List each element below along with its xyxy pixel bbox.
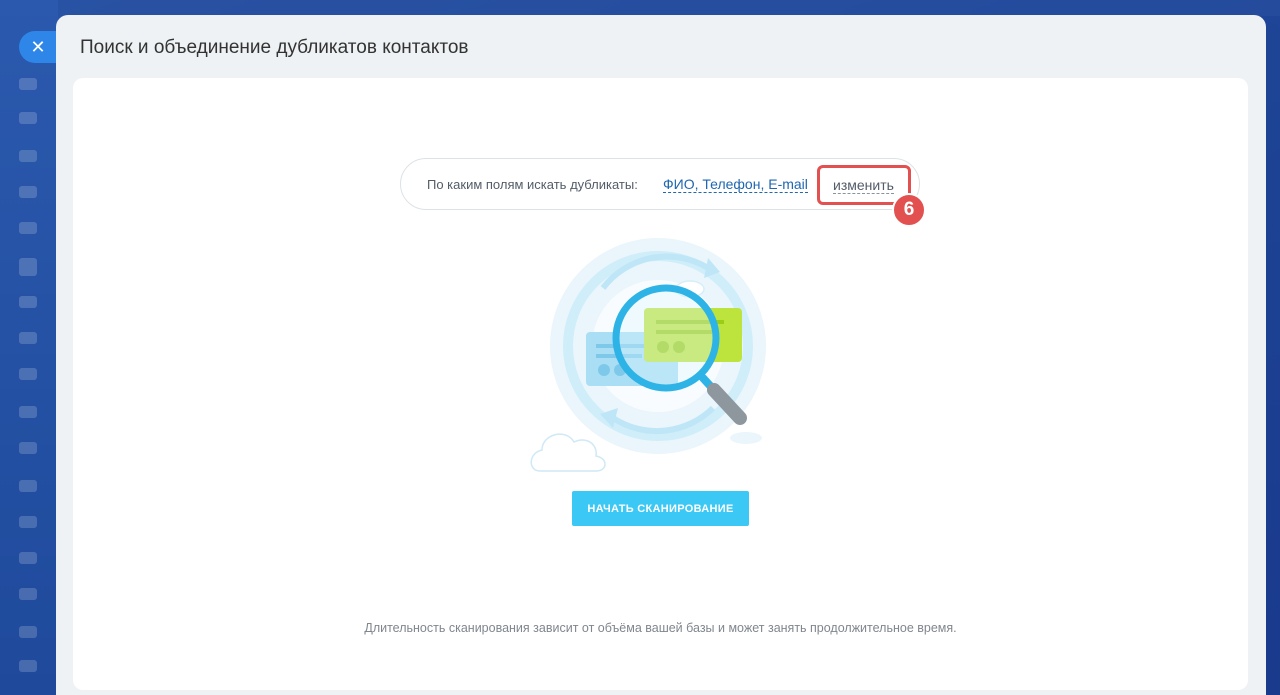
close-icon: ✕ xyxy=(30,37,46,57)
sidebar-ghost-icon xyxy=(19,588,37,600)
sidebar-ghost-icon xyxy=(19,296,37,308)
sidebar-ghost-icon xyxy=(19,660,37,672)
sidebar-ghost-icon xyxy=(19,480,37,492)
sidebar-ghost-icon xyxy=(19,626,37,638)
sidebar-ghost-icon xyxy=(19,332,37,344)
search-fields-label: По каким полям искать дубликаты: xyxy=(427,177,638,192)
slider-panel: Поиск и объединение дубликатов контактов… xyxy=(56,15,1266,695)
sidebar-ghost-icon xyxy=(19,368,37,380)
search-fields-selector: По каким полям искать дубликаты: ФИО, Те… xyxy=(400,158,926,227)
search-fields-value-link[interactable]: ФИО, Телефон, E-mail xyxy=(663,176,808,193)
sidebar-ghost-icon xyxy=(19,552,37,564)
sidebar-ghost-icon xyxy=(19,78,37,90)
left-sidebar-background xyxy=(0,0,58,695)
magnifier-search-duplicates-icon xyxy=(528,228,768,478)
sidebar-ghost-icon xyxy=(19,442,37,454)
sidebar-ghost-icon xyxy=(19,406,37,418)
sidebar-ghost-icon xyxy=(19,258,37,276)
page-title: Поиск и объединение дубликатов контактов xyxy=(80,37,469,58)
top-bar-background xyxy=(58,0,1280,16)
sidebar-ghost-icon xyxy=(19,222,37,234)
sidebar-ghost-icon xyxy=(19,516,37,528)
close-slider-button[interactable]: ✕ xyxy=(19,31,57,63)
step-number-badge: 6 xyxy=(892,193,926,227)
sidebar-ghost-icon xyxy=(19,112,37,124)
sidebar-ghost-icon xyxy=(19,150,37,162)
sidebar-ghost-icon xyxy=(19,186,37,198)
start-scan-button[interactable]: НАЧАТЬ СКАНИРОВАНИЕ xyxy=(572,491,749,526)
change-fields-link[interactable]: изменить xyxy=(833,177,894,194)
content-card: По каким полям искать дубликаты: ФИО, Те… xyxy=(73,78,1248,690)
scan-duration-note: Длительность сканирования зависит от объ… xyxy=(364,621,957,635)
